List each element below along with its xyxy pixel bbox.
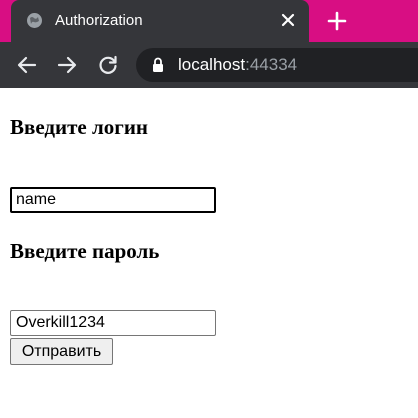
tab-strip: Authorization	[0, 0, 418, 42]
globe-icon	[27, 13, 42, 28]
arrow-left-icon[interactable]	[16, 54, 38, 76]
password-heading: Введите пароль	[10, 239, 160, 263]
browser-toolbar: localhost:44334	[0, 42, 418, 88]
url-port: :44334	[245, 55, 298, 74]
active-tab[interactable]: Authorization	[11, 0, 309, 42]
lock-icon[interactable]	[151, 57, 165, 73]
url-text[interactable]: localhost:44334	[178, 55, 297, 75]
page-content: Введите логин Введите пароль Отправить	[0, 88, 418, 418]
login-input[interactable]	[10, 187, 216, 213]
tab-title: Authorization	[55, 12, 143, 29]
plus-icon[interactable]	[326, 10, 348, 32]
arrow-right-icon[interactable]	[56, 54, 78, 76]
submit-button[interactable]: Отправить	[10, 338, 113, 365]
close-icon[interactable]	[281, 13, 295, 27]
address-bar[interactable]: localhost:44334	[136, 48, 418, 82]
password-input[interactable]	[10, 310, 216, 336]
login-heading: Введите логин	[10, 115, 149, 139]
reload-icon[interactable]	[97, 54, 119, 76]
url-host: localhost	[178, 55, 246, 74]
